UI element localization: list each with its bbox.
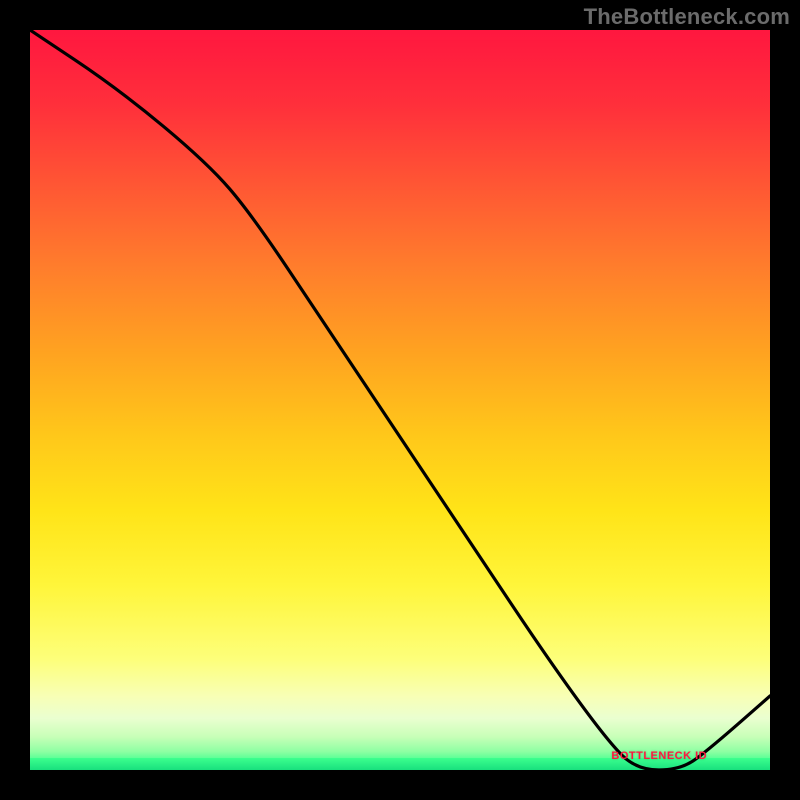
watermark-label: BOTTLENECK ID (611, 750, 707, 762)
attribution-label: TheBottleneck.com (584, 4, 790, 30)
bottleneck-curve-svg (30, 30, 770, 770)
bottleneck-curve-path (30, 30, 770, 770)
plot-area: BOTTLENECK ID (30, 30, 770, 770)
